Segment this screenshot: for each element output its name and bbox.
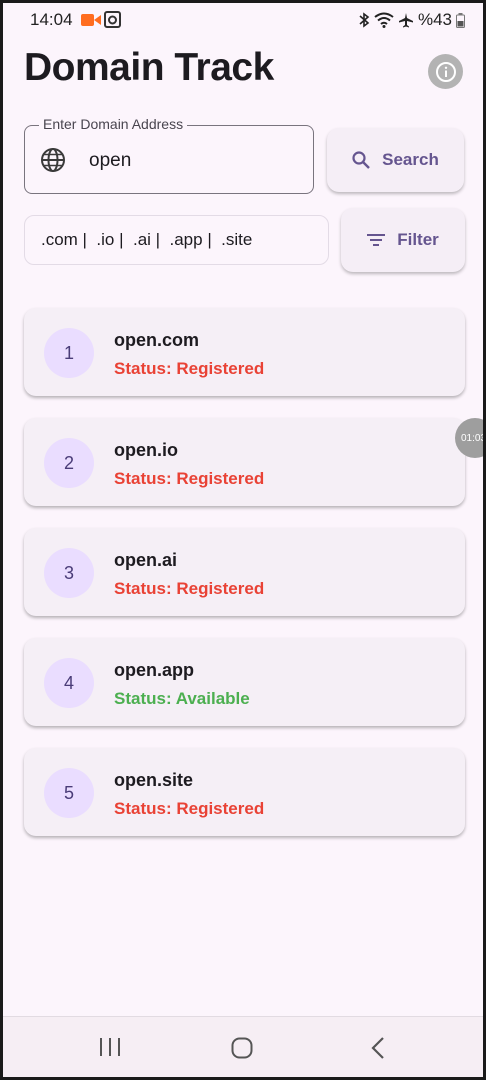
result-status: Status: Registered [114, 579, 265, 598]
result-domain: open.com [114, 330, 200, 350]
filter-icon [367, 234, 386, 246]
result-card[interactable]: 4 open.app Status: Available [24, 638, 465, 726]
search-button[interactable]: Search [327, 128, 464, 192]
result-domain: open.app [114, 660, 194, 680]
info-button[interactable] [428, 54, 463, 89]
result-status: Status: Available [114, 689, 250, 708]
result-domain: open.ai [114, 550, 178, 570]
result-index: 3 [44, 548, 94, 598]
result-card[interactable]: 2 open.io Status: Registered [24, 418, 465, 506]
wifi-icon [374, 12, 394, 28]
domain-input-label: Enter Domain Address [39, 116, 188, 132]
result-status: Status: Registered [114, 359, 265, 378]
airplane-icon [398, 13, 413, 28]
result-card[interactable]: 1 open.com Status: Registered [24, 308, 465, 396]
result-card[interactable]: 3 open.ai Status: Registered [24, 528, 465, 616]
result-status: Status: Registered [114, 799, 265, 818]
search-button-label: Search [382, 150, 439, 169]
app-screen: 14:04 %43 Domain Track Enter Domain Addr… [3, 3, 483, 1077]
status-time: 14:04 [30, 10, 73, 29]
screen-record-icon [81, 14, 101, 26]
domain-input-field[interactable]: Enter Domain Address open [24, 116, 314, 194]
system-nav-bar [3, 1016, 483, 1077]
globe-icon [41, 148, 65, 172]
status-bar: 14:04 %43 [3, 3, 483, 35]
battery-level: %43 [417, 10, 452, 29]
recents-icon[interactable] [99, 1037, 121, 1057]
status-bar-right: %43 [358, 10, 465, 30]
camera-icon [104, 11, 121, 28]
result-index: 4 [44, 658, 94, 708]
search-icon [352, 151, 370, 169]
back-icon[interactable] [370, 1036, 386, 1060]
result-card[interactable]: 5 open.site Status: Registered [24, 748, 465, 836]
filter-button-label: Filter [397, 230, 439, 249]
result-domain: open.site [114, 770, 194, 790]
info-icon [435, 61, 456, 82]
home-icon[interactable] [231, 1037, 253, 1059]
domain-input-value: open [89, 150, 132, 171]
result-index: 1 [44, 328, 94, 378]
result-index: 5 [44, 768, 94, 818]
result-index: 2 [44, 438, 94, 488]
result-status: Status: Registered [114, 469, 265, 488]
battery-icon [456, 12, 465, 28]
page-title: Domain Track [24, 46, 274, 89]
filter-button[interactable]: Filter [341, 208, 465, 272]
tld-selection[interactable]: .com | .io | .ai | .app | .site [24, 215, 329, 265]
bluetooth-icon [359, 12, 370, 28]
result-domain: open.io [114, 440, 178, 460]
